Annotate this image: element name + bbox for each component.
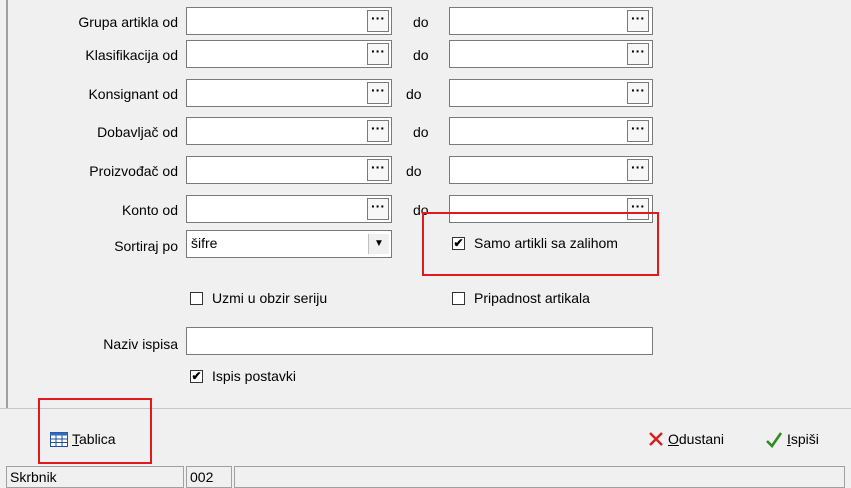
uzmi-seriju-label: Uzmi u obzir seriju — [212, 290, 328, 306]
proizvodjac-to-browse-button[interactable]: ··· — [627, 159, 649, 181]
status-extra — [234, 466, 845, 488]
sort-label: Sortiraj po — [114, 238, 178, 254]
grupa-do-label: do — [413, 14, 429, 30]
klasifikacija-to-field[interactable] — [449, 40, 653, 68]
proizvodjac-from-browse-button[interactable]: ··· — [367, 159, 389, 181]
tablica-label: Tablica — [72, 431, 116, 447]
klasifikacija-from-field[interactable] — [186, 40, 392, 68]
grupa-to-field[interactable] — [449, 7, 653, 35]
konsignant-label: Konsignant od — [88, 86, 178, 102]
grupa-from-browse-button[interactable]: ··· — [367, 10, 389, 32]
konto-from-field[interactable] — [186, 195, 392, 223]
klasifikacija-do-label: do — [413, 47, 429, 63]
cancel-x-icon — [648, 431, 664, 450]
tablica-button[interactable]: Tablica — [50, 430, 150, 450]
sort-select[interactable]: šifre ▼ — [186, 230, 392, 258]
ispis-postavki-label: Ispis postavki — [212, 368, 297, 384]
dobavljac-to-browse-button[interactable]: ··· — [627, 120, 649, 142]
chevron-down-icon[interactable]: ▼ — [368, 234, 389, 254]
status-code: 002 — [186, 466, 232, 488]
grupa-from-field[interactable] — [186, 7, 392, 35]
proizvodjac-do-label: do — [406, 163, 422, 179]
pripadnost-checkbox[interactable] — [452, 292, 465, 305]
odustani-label: Odustani — [668, 431, 725, 447]
odustani-button[interactable]: Odustani — [648, 430, 744, 450]
naziv-input[interactable] — [186, 327, 653, 355]
dobavljac-label: Dobavljač od — [97, 124, 178, 140]
dobavljac-do-label: do — [413, 124, 429, 140]
proizvodjac-from-field[interactable] — [186, 156, 392, 184]
ispisi-button[interactable]: Ispiši — [765, 430, 835, 450]
klasifikacija-from-browse-button[interactable]: ··· — [367, 43, 389, 65]
dobavljac-from-field[interactable] — [186, 117, 392, 145]
checkmark-icon — [765, 431, 783, 452]
grupa-label: Grupa artikla od — [78, 14, 178, 30]
status-user: Skrbnik — [6, 466, 184, 488]
klasifikacija-label: Klasifikacija od — [85, 47, 178, 63]
ispis-postavki-checkbox[interactable]: ✔ — [190, 370, 203, 383]
ispisi-label: Ispiši — [787, 431, 819, 447]
naziv-label: Naziv ispisa — [103, 336, 178, 352]
dobavljac-from-browse-button[interactable]: ··· — [367, 120, 389, 142]
konto-from-browse-button[interactable]: ··· — [367, 198, 389, 220]
pripadnost-label: Pripadnost artikala — [474, 290, 590, 306]
dobavljac-to-field[interactable] — [449, 117, 653, 145]
konsignant-to-browse-button[interactable]: ··· — [627, 82, 649, 104]
klasifikacija-to-browse-button[interactable]: ··· — [627, 43, 649, 65]
konsignant-from-field[interactable] — [186, 79, 392, 107]
konsignant-to-field[interactable] — [449, 79, 653, 107]
samo-artikli-checkbox[interactable]: ✔ — [452, 237, 465, 250]
grupa-to-browse-button[interactable]: ··· — [627, 10, 649, 32]
proizvodjac-to-field[interactable] — [449, 156, 653, 184]
konsignant-do-label: do — [406, 86, 422, 102]
table-icon — [50, 432, 68, 450]
sort-value: šifre — [191, 235, 218, 251]
konto-label: Konto od — [121, 202, 178, 218]
samo-artikli-label: Samo artikli sa zalihom — [474, 235, 618, 251]
uzmi-seriju-checkbox[interactable] — [190, 292, 203, 305]
konsignant-from-browse-button[interactable]: ··· — [367, 82, 389, 104]
proizvodjac-label: Proizvođač od — [89, 163, 178, 179]
